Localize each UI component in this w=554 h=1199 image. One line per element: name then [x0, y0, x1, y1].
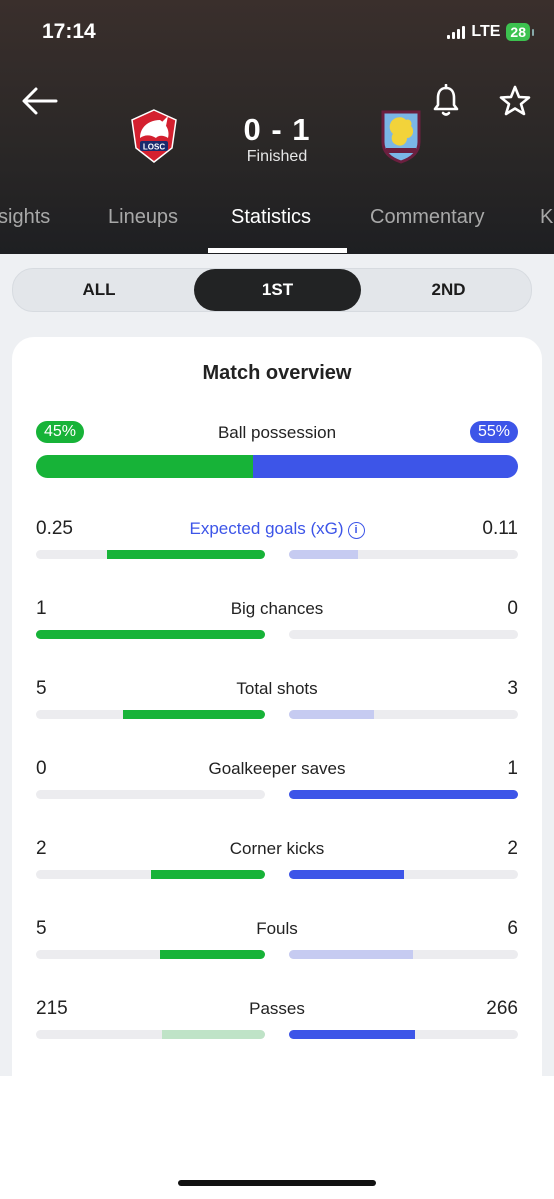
tab-overflow[interactable]: K — [540, 206, 553, 229]
away-possession-badge: 55% — [469, 421, 518, 443]
period-all-button[interactable]: ALL — [13, 269, 185, 311]
stat-away-track — [289, 870, 518, 879]
period-selector-bar: ALL 1ST 2ND — [0, 254, 554, 326]
stat-away-value: 0 — [507, 598, 518, 619]
stat-label-text: Passes — [249, 999, 305, 1018]
stat-label: Passes — [36, 999, 518, 1019]
stat-away-value: 6 — [507, 918, 518, 939]
stat-away-track — [289, 550, 518, 559]
stat-label-text: Fouls — [256, 919, 298, 938]
stat-row: 5 Total shots 3 — [36, 678, 518, 719]
tab-insights[interactable]: sights — [0, 206, 50, 229]
active-tab-indicator — [208, 248, 347, 253]
stat-label: Goalkeeper saves — [36, 759, 518, 779]
card-title: Match overview — [202, 362, 352, 384]
match-header: 17:14 LTE 28 LOSC 0 - 1 Finished sights … — [0, 0, 554, 254]
period-segmented-control: ALL 1ST 2ND — [12, 268, 532, 312]
stat-label: Total shots — [36, 679, 518, 699]
tab-commentary[interactable]: Commentary — [370, 206, 484, 229]
stat-label-text: Expected goals (xG) — [189, 519, 344, 538]
possession-away-fill — [252, 455, 518, 478]
stat-away-fill — [289, 950, 413, 959]
stat-label-text: Big chances — [230, 599, 324, 618]
status-time: 17:14 — [42, 20, 96, 43]
stat-away-value: 0.11 — [482, 518, 518, 539]
stat-away-value: 3 — [507, 678, 518, 699]
stat-row: 2 Corner kicks 2 — [36, 838, 518, 879]
stat-away-value: 266 — [486, 998, 518, 1019]
match-overview-card: Match overview 45% Ball possession 55% 0… — [12, 337, 542, 1076]
stat-home-track — [36, 950, 265, 959]
stat-home-fill — [159, 950, 265, 959]
stat-home-track — [36, 550, 265, 559]
stat-label: Fouls — [36, 919, 518, 939]
period-1st-button[interactable]: 1ST — [194, 269, 361, 311]
stat-away-track — [289, 710, 518, 719]
match-tabs: sights Lineups Statistics Commentary K — [0, 200, 554, 254]
stat-row: 0.25 Expected goals (xG) i 0.11 — [36, 518, 518, 559]
match-status: Finished — [246, 148, 308, 165]
stat-away-fill — [289, 870, 404, 879]
stat-away-fill — [289, 710, 374, 719]
stat-home-track — [36, 710, 265, 719]
battery-icon: 28 — [506, 23, 534, 41]
possession-bar — [36, 455, 518, 478]
home-indicator — [178, 1180, 376, 1186]
stat-home-track — [36, 790, 265, 799]
stat-away-fill — [289, 550, 358, 559]
stat-home-track — [36, 870, 265, 879]
stat-label-text: Goalkeeper saves — [208, 759, 346, 778]
possession-home-fill — [36, 455, 253, 478]
stat-label: Big chances — [36, 599, 518, 619]
stat-home-fill — [161, 1030, 265, 1039]
stat-label: Corner kicks — [36, 839, 518, 859]
stat-label-text: Total shots — [236, 679, 318, 698]
stat-label-text: Corner kicks — [229, 839, 325, 858]
stat-away-track — [289, 950, 518, 959]
status-indicators: LTE 28 — [447, 23, 534, 41]
match-score: 0 - 1 — [243, 112, 311, 147]
info-icon[interactable]: i — [347, 522, 365, 539]
tab-statistics[interactable]: Statistics — [231, 206, 311, 229]
stat-row: 0 Goalkeeper saves 1 — [36, 758, 518, 799]
stat-away-track — [289, 630, 518, 639]
stat-row: 5 Fouls 6 — [36, 918, 518, 959]
possession-label: Ball possession — [217, 423, 337, 442]
stat-row: 1 Big chances 0 — [36, 598, 518, 639]
stat-home-track — [36, 1030, 265, 1039]
stat-away-value: 2 — [507, 838, 518, 859]
network-label: LTE — [471, 23, 501, 40]
stat-away-value: 1 — [507, 758, 518, 779]
stat-away-fill — [289, 1030, 415, 1039]
stat-away-track — [289, 790, 518, 799]
stat-home-fill — [150, 870, 265, 879]
tab-lineups[interactable]: Lineups — [108, 206, 178, 229]
stat-home-track — [36, 630, 265, 639]
stat-away-fill — [289, 790, 518, 799]
possession-row: 45% Ball possession 55% — [36, 421, 518, 443]
signal-icon — [447, 25, 466, 39]
period-2nd-button[interactable]: 2ND — [366, 269, 531, 311]
stat-home-fill — [123, 710, 265, 719]
stat-away-track — [289, 1030, 518, 1039]
stat-home-fill — [36, 630, 265, 639]
stat-label[interactable]: Expected goals (xG) i — [36, 519, 518, 539]
stat-home-fill — [107, 550, 265, 559]
stat-row: 215 Passes 266 — [36, 998, 518, 1039]
